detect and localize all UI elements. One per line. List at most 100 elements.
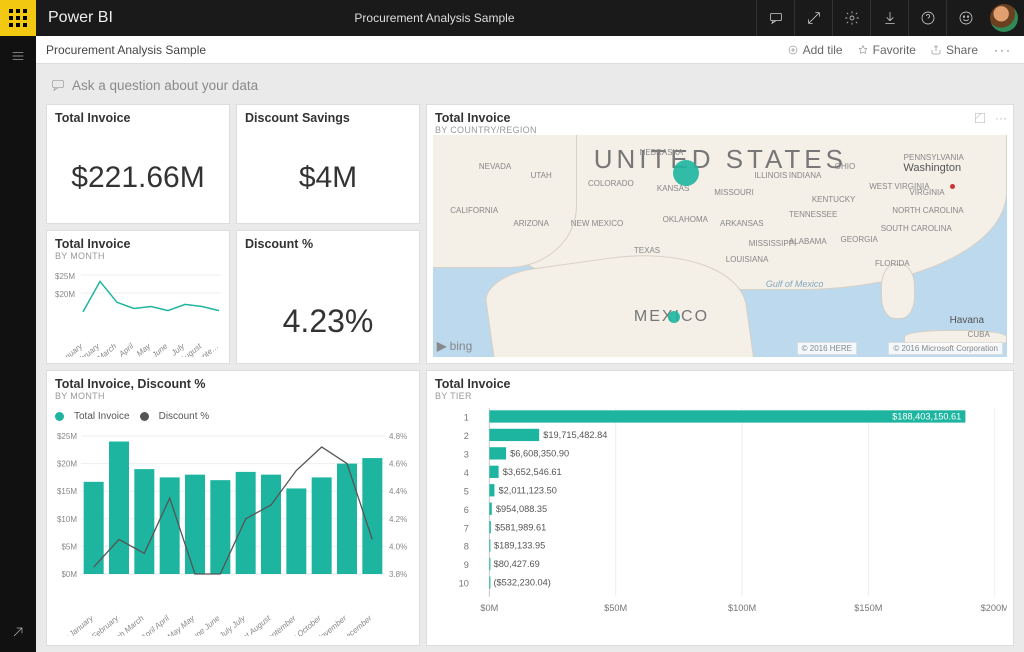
svg-text:4: 4 — [464, 468, 469, 478]
map-state-label: TENNESSEE — [789, 210, 837, 219]
tile-more-button[interactable]: ··· — [995, 111, 1007, 128]
svg-text:$189,133.95: $189,133.95 — [494, 541, 545, 551]
share-button[interactable]: Share — [930, 43, 978, 57]
map-state-label: LOUISIANA — [726, 255, 769, 264]
svg-text:4.6%: 4.6% — [389, 460, 407, 469]
focus-icon — [973, 111, 987, 125]
map-bubble-mx[interactable] — [668, 311, 680, 323]
svg-text:$581,989.61: $581,989.61 — [495, 522, 546, 532]
top-page-title: Procurement Analysis Sample — [113, 11, 756, 25]
svg-text:$6,608,350.90: $6,608,350.90 — [510, 448, 569, 458]
map-state-label: GEORGIA — [841, 235, 878, 244]
map-state-label: MISSISSIPPI — [749, 239, 797, 248]
more-options-button[interactable]: ··· — [992, 43, 1014, 57]
svg-text:$25M: $25M — [55, 272, 75, 281]
download-icon — [882, 10, 898, 26]
svg-text:$80,427.69: $80,427.69 — [494, 559, 540, 569]
dashboard-title: Procurement Analysis Sample — [46, 43, 787, 57]
question-icon — [920, 10, 936, 26]
add-tile-button[interactable]: Add tile — [787, 43, 843, 57]
tile-subtitle: BY MONTH — [55, 391, 411, 401]
tile-title: Total Invoice — [435, 377, 1005, 391]
tile-subtitle: BY COUNTRY/REGION — [435, 125, 1005, 135]
map-state-label: KENTUCKY — [812, 195, 856, 204]
svg-text:$20M: $20M — [57, 460, 77, 469]
map-city-havana: Havana — [950, 315, 984, 326]
map-country-label-cuba: CUBA — [968, 330, 990, 339]
tile-discount-savings-card[interactable]: Discount Savings $4M — [236, 104, 420, 224]
map-state-label: NEVADA — [479, 162, 511, 171]
map-state-label: PENNSYLVANIA — [904, 153, 964, 162]
svg-text:$954,088.35: $954,088.35 — [496, 504, 547, 514]
svg-text:January January: January January — [53, 613, 96, 636]
svg-text:April: April — [116, 342, 135, 357]
svg-text:$15M: $15M — [57, 487, 77, 496]
tile-invoice-by-tier[interactable]: Total Invoice BY TIER $188,403,150.61$19… — [426, 370, 1014, 646]
map-credit-here: © 2016 HERE — [797, 342, 857, 355]
tile-value: 4.23% — [237, 305, 419, 337]
app-launcher-button[interactable] — [0, 0, 36, 36]
tile-invoice-by-country-map[interactable]: Total Invoice BY COUNTRY/REGION ··· UN — [426, 104, 1014, 364]
map-state-label: OKLAHOMA — [663, 215, 708, 224]
map-credit-ms: © 2016 Microsoft Corporation — [888, 342, 1003, 355]
tile-title: Discount % — [245, 237, 411, 251]
map-visual[interactable]: UNITED STATES MEXICO Washington Havana G… — [433, 135, 1007, 357]
download-button[interactable] — [870, 0, 908, 36]
svg-text:$3,652,546.61: $3,652,546.61 — [503, 467, 562, 477]
map-state-label: NEBRASKA — [640, 148, 684, 157]
arrow-up-right-icon — [10, 624, 26, 640]
svg-text:7: 7 — [464, 523, 469, 533]
svg-text:1: 1 — [464, 413, 469, 423]
star-icon — [857, 44, 869, 56]
fullscreen-button[interactable] — [794, 0, 832, 36]
tile-value: $4M — [237, 163, 419, 193]
help-button[interactable] — [908, 0, 946, 36]
tile-invoice-discount-combo[interactable]: Total Invoice, Discount % BY MONTH Total… — [46, 370, 420, 646]
svg-text:8: 8 — [464, 542, 469, 552]
tier-chart: $188,403,150.61 $19,715,482.84 $6,608,350.… — [433, 401, 1007, 639]
tile-title: Total Invoice — [435, 111, 1005, 125]
svg-text:9: 9 — [464, 560, 469, 570]
expand-icon — [806, 10, 822, 26]
nav-menu-button[interactable] — [0, 42, 36, 70]
combo-legend: Total Invoice Discount % — [55, 411, 413, 422]
settings-button[interactable] — [832, 0, 870, 36]
feedback-button[interactable] — [946, 0, 984, 36]
map-state-label: FLORIDA — [875, 259, 910, 268]
nav-expand-button[interactable] — [0, 618, 36, 646]
tile-focus-button[interactable] — [973, 111, 987, 128]
svg-text:$150M: $150M — [854, 603, 882, 613]
tile-total-invoice-card[interactable]: Total Invoice $221.66M — [46, 104, 230, 224]
svg-text:3: 3 — [464, 449, 469, 459]
map-state-label: UTAH — [531, 171, 552, 180]
tile-invoice-by-month-mini[interactable]: Total Invoice BY MONTH $25M $20M January… — [46, 230, 230, 364]
svg-text:$5M: $5M — [61, 542, 77, 551]
gear-icon — [844, 10, 860, 26]
tile-title: Total Invoice — [55, 111, 221, 125]
plus-circle-icon — [787, 44, 799, 56]
qna-placeholder: Ask a question about your data — [72, 78, 258, 93]
hamburger-icon — [10, 48, 26, 64]
svg-text:$20M: $20M — [55, 290, 75, 299]
svg-text:4.4%: 4.4% — [389, 487, 407, 496]
map-state-label: INDIANA — [789, 171, 821, 180]
svg-text:May: May — [135, 341, 153, 357]
svg-text:$188,403,150.61: $188,403,150.61 — [892, 412, 961, 422]
tile-title: Total Invoice — [55, 237, 221, 251]
tile-subtitle: BY MONTH — [55, 251, 221, 261]
favorite-button[interactable]: Favorite — [857, 43, 916, 57]
map-state-label: MISSOURI — [714, 188, 754, 197]
svg-text:$0M: $0M — [61, 570, 77, 579]
qna-input[interactable]: Ask a question about your data — [46, 72, 1014, 98]
notifications-button[interactable] — [756, 0, 794, 36]
svg-text:$19,715,482.84: $19,715,482.84 — [543, 430, 607, 440]
map-state-label: CALIFORNIA — [450, 206, 498, 215]
map-bubble-us[interactable] — [673, 160, 699, 186]
map-state-label: ILLINOIS — [754, 171, 787, 180]
smile-icon — [958, 10, 974, 26]
tile-discount-pct-card[interactable]: Discount % 4.23% — [236, 230, 420, 364]
svg-text:June: June — [149, 341, 169, 357]
map-state-label: OHIO — [835, 162, 855, 171]
user-avatar[interactable] — [990, 4, 1018, 32]
svg-text:4.2%: 4.2% — [389, 515, 407, 524]
